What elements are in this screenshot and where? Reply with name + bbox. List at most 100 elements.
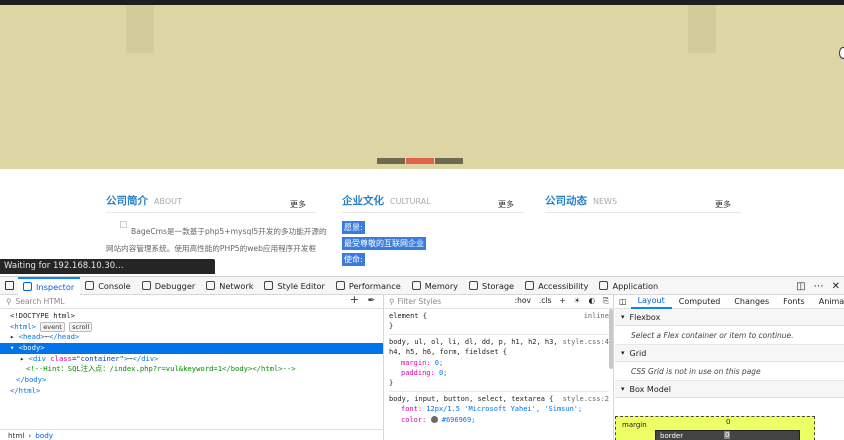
tab-accessibility[interactable]: Accessibility bbox=[520, 277, 594, 295]
network-icon bbox=[206, 281, 216, 290]
chevron-down-icon: ▾ bbox=[621, 385, 625, 393]
add-rule-button[interactable]: + bbox=[559, 296, 565, 306]
tree-node-body-close[interactable]: </body> bbox=[0, 375, 383, 386]
flexbox-section-header[interactable]: ▾ Flexbox bbox=[615, 309, 844, 326]
hover-state-toggle[interactable]: :hov bbox=[515, 296, 531, 306]
performance-icon bbox=[335, 281, 345, 290]
rule-source[interactable]: style.css:4 bbox=[563, 337, 609, 347]
tree-node-head[interactable]: ▸ <head>⋯</head> bbox=[0, 332, 383, 343]
box-model-diagram: margin 0 border 0 bbox=[615, 416, 815, 440]
rule-font[interactable]: style.css:2 body, input, button, select,… bbox=[389, 394, 609, 427]
markup-panel: ⚲ Search HTML + ✒ <!DOCTYPE html> <html>… bbox=[0, 293, 384, 440]
rule-reset[interactable]: style.css:4 body, ul, ol, li, dl, dd, p,… bbox=[389, 337, 609, 392]
banner-decoration bbox=[126, 5, 154, 53]
more-options-icon[interactable]: ⋯ bbox=[814, 281, 824, 292]
slider-dot-active[interactable] bbox=[406, 158, 434, 164]
rule-element[interactable]: inline element { } bbox=[389, 311, 609, 335]
memory-icon bbox=[411, 281, 421, 290]
column-title[interactable]: 公司动态 bbox=[545, 193, 587, 208]
tab-debugger[interactable]: Debugger bbox=[137, 277, 202, 295]
tab-network[interactable]: Network bbox=[201, 277, 259, 295]
event-badge[interactable]: event bbox=[40, 321, 65, 332]
breadcrumb-item-current[interactable]: body bbox=[35, 431, 53, 440]
column-header: 企业文化 CULTURAL 更多 bbox=[342, 193, 524, 213]
breadcrumb-item[interactable]: html bbox=[8, 431, 24, 440]
rules-panel: ⚲ Filter Styles :hov .cls + ☀ ◐ ⎘ inline… bbox=[385, 295, 614, 440]
box-model-section-header[interactable]: ▾ Box Model bbox=[615, 381, 844, 398]
tree-node-html[interactable]: <html> event scroll bbox=[0, 321, 383, 333]
console-icon bbox=[85, 281, 95, 290]
more-link[interactable]: 更多 bbox=[498, 199, 514, 210]
class-toggle[interactable]: .cls bbox=[539, 296, 552, 306]
tab-application[interactable]: Application bbox=[594, 277, 664, 295]
filter-styles-field[interactable]: ⚲ Filter Styles :hov .cls + ☀ ◐ ⎘ bbox=[385, 295, 613, 309]
tab-performance[interactable]: Performance bbox=[331, 277, 407, 295]
css-rules: inline element { } style.css:4 body, ul,… bbox=[385, 309, 613, 431]
tab-layout[interactable]: Layout bbox=[630, 295, 672, 309]
tab-animations[interactable]: Animat bbox=[812, 295, 844, 309]
culture-item[interactable]: 最受尊敬的互联网企业 bbox=[342, 237, 426, 250]
tab-inspector[interactable]: Inspector bbox=[18, 276, 81, 295]
column-subtitle: NEWS bbox=[593, 197, 618, 206]
picker-icon bbox=[4, 281, 14, 290]
tree-node-doctype[interactable]: <!DOCTYPE html> bbox=[0, 311, 383, 322]
tab-console[interactable]: Console bbox=[80, 277, 137, 295]
column-title[interactable]: 公司简介 bbox=[106, 193, 148, 208]
rules-toolbar: :hov .cls + ☀ ◐ ⎘ bbox=[515, 296, 609, 306]
news-column: 公司动态 NEWS 更多 bbox=[545, 193, 741, 213]
layout-panel: ◫ Layout Computed Changes Fonts Animat ▾… bbox=[615, 295, 844, 440]
light-mode-icon[interactable]: ☀ bbox=[574, 296, 581, 306]
color-swatch[interactable] bbox=[430, 416, 438, 424]
print-icon[interactable]: ⎘ bbox=[603, 296, 609, 306]
column-subtitle: CULTURAL bbox=[390, 197, 431, 206]
more-link[interactable]: 更多 bbox=[290, 199, 306, 210]
tree-node-html-close[interactable]: </html> bbox=[0, 386, 383, 397]
culture-column: 企业文化 CULTURAL 更多 愿景: 最受尊敬的互联网企业 使命: bbox=[342, 193, 524, 266]
accessibility-icon bbox=[525, 281, 535, 290]
column-subtitle: ABOUT bbox=[154, 197, 182, 206]
eyedropper-icon[interactable]: ✒ bbox=[367, 296, 375, 306]
scroll-edge-indicator bbox=[839, 47, 844, 59]
flexbox-message: Select a Flex container or item to conti… bbox=[615, 326, 844, 345]
culture-item[interactable]: 愿景: bbox=[342, 221, 365, 234]
slider-dot[interactable] bbox=[435, 158, 463, 164]
storage-icon bbox=[469, 281, 479, 290]
slider-pagination bbox=[377, 158, 463, 166]
column-header: 公司动态 NEWS 更多 bbox=[545, 193, 741, 213]
grid-message: CSS Grid is not in use on this page bbox=[615, 362, 844, 381]
scrollbar[interactable] bbox=[609, 309, 613, 369]
tree-node-comment[interactable]: <!--Hint：SQL注入点：/index.php?r=vul&keyword… bbox=[0, 364, 383, 375]
filter-icon: ⚲ bbox=[389, 297, 395, 306]
tab-fonts[interactable]: Fonts bbox=[776, 295, 812, 309]
tab-changes[interactable]: Changes bbox=[727, 295, 776, 309]
search-html-field[interactable]: ⚲ Search HTML + ✒ bbox=[0, 293, 383, 309]
tab-style-editor[interactable]: Style Editor bbox=[259, 277, 330, 295]
tab-storage[interactable]: Storage bbox=[464, 277, 520, 295]
breadcrumb: html › body bbox=[0, 429, 384, 440]
column-title[interactable]: 企业文化 bbox=[342, 193, 384, 208]
add-node-button[interactable]: + bbox=[350, 293, 359, 306]
close-icon[interactable]: ✕ bbox=[832, 281, 840, 292]
dock-icon[interactable]: ◫ bbox=[796, 281, 805, 292]
inspector-icon bbox=[23, 282, 32, 291]
more-link[interactable]: 更多 bbox=[715, 199, 731, 210]
tree-node-body-selected[interactable]: ▾ <body> bbox=[0, 343, 383, 354]
scroll-badge[interactable]: scroll bbox=[69, 321, 93, 332]
rule-source: inline bbox=[583, 312, 609, 320]
grid-section-header[interactable]: ▾ Grid bbox=[615, 345, 844, 362]
search-icon: ⚲ bbox=[6, 297, 12, 306]
culture-item[interactable]: 使命: bbox=[342, 253, 365, 266]
chevron-down-icon: ▾ bbox=[621, 313, 625, 321]
devtools-toolbar: Inspector Console Debugger Network Style… bbox=[0, 276, 844, 295]
tree-node-div[interactable]: ▸ <div class="container">⋯</div> bbox=[0, 354, 383, 365]
tab-memory[interactable]: Memory bbox=[407, 277, 464, 295]
hero-banner bbox=[0, 5, 844, 169]
slider-dot[interactable] bbox=[377, 158, 405, 164]
sidebar-toggle-icon[interactable]: ◫ bbox=[615, 297, 631, 306]
debugger-icon bbox=[141, 281, 151, 290]
box-model-border[interactable]: border 0 bbox=[655, 430, 800, 440]
element-picker-button[interactable] bbox=[0, 277, 18, 295]
dark-mode-icon[interactable]: ◐ bbox=[588, 296, 595, 306]
rule-source[interactable]: style.css:2 bbox=[563, 394, 609, 404]
tab-computed[interactable]: Computed bbox=[672, 295, 728, 309]
